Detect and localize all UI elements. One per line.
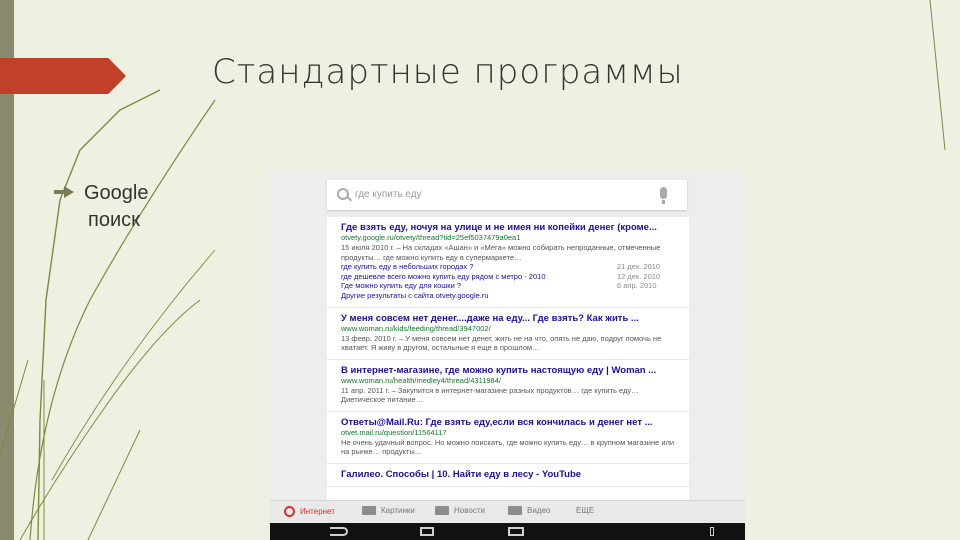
tab-more[interactable]: ЕЩЕ — [576, 506, 594, 515]
tab-images[interactable]: Картинки — [362, 506, 415, 515]
bullet-line-1: Google — [84, 182, 149, 204]
tab-label: ЕЩЕ — [576, 506, 595, 515]
tab-label: Интернет — [300, 507, 335, 516]
sub-result: Где можно купить еду для кошки ? 6 апр. 2… — [341, 281, 677, 291]
result-snippet: 13 февр. 2010 г. – У меня совсем нет ден… — [341, 333, 662, 353]
tab-label: Картинки — [381, 506, 415, 515]
sub-result-link[interactable]: Где можно купить еду для кошки ? — [341, 281, 461, 291]
tab-news[interactable]: Новости — [435, 506, 485, 515]
sub-result-link[interactable]: где дешевле всего можно купить еду рядом… — [341, 272, 546, 282]
result-item: В интернет-магазине, где можно купить на… — [327, 360, 689, 412]
search-icon — [284, 506, 295, 517]
recent-apps-icon[interactable] — [508, 527, 524, 536]
sub-result-date: 21 дек. 2010 — [617, 262, 661, 271]
result-snippet: 15 июля 2010 г. – На складах «Ашан» и «М… — [341, 243, 661, 262]
tab-label: Видео — [527, 506, 551, 515]
sub-result-date: 6 апр. 2010 — [617, 281, 657, 290]
result-title[interactable]: Галилео. Способы | 10. Найти еду в лесу … — [341, 469, 677, 480]
result-url: otvety.google.ru/otvety/thread?tid=25ef5… — [341, 233, 521, 242]
news-icon — [435, 506, 449, 515]
bullet-line-2: поиск — [88, 209, 140, 231]
bullet-item: Google поиск — [54, 180, 149, 234]
search-results: Где взять еду, ночуя на улице и не имея … — [327, 217, 689, 502]
back-icon[interactable] — [330, 527, 348, 536]
arrow-bullet-icon — [54, 185, 74, 198]
result-url: www.woman.ru/kids/feeding/thread/3947002… — [341, 323, 491, 333]
camera-icon — [362, 506, 376, 515]
more-results-link[interactable]: Другие результаты с сайта otvety.google.… — [341, 291, 677, 301]
phone-screenshot: где купить еду Где взять еду, ночуя на у… — [270, 170, 745, 540]
home-icon[interactable] — [420, 527, 434, 536]
sub-result-date: 12 дек. 2010 — [617, 271, 661, 281]
result-item: У меня совсем нет денег....даже на еду..… — [327, 308, 689, 360]
tab-label: Новости — [454, 506, 485, 515]
result-title[interactable]: Ответы@Mail.Ru: Где взять еду,если вся к… — [341, 417, 677, 428]
slide-title: Стандартные программы — [212, 52, 684, 92]
search-icon[interactable] — [337, 188, 349, 200]
result-url: www.woman.ru/health/medley4/thread/43119… — [341, 375, 501, 385]
result-item: Галилео. Способы | 10. Найти еду в лесу … — [327, 464, 689, 487]
sub-result-link[interactable]: где купить еду в небольших городах ? — [341, 262, 473, 272]
result-item: Где взять еду, ночуя на улице и не имея … — [327, 217, 689, 308]
title-ribbon — [0, 58, 126, 94]
mic-icon[interactable] — [660, 187, 667, 204]
result-title[interactable]: Где взять еду, ночуя на улице и не имея … — [341, 222, 677, 233]
result-title[interactable]: В интернет-магазине, где можно купить на… — [341, 365, 677, 376]
video-icon — [508, 506, 522, 515]
search-tabs: Интернет Картинки Новости Видео ЕЩЕ — [270, 500, 745, 523]
sub-result: где купить еду в небольших городах ? 21 д… — [341, 262, 677, 272]
result-snippet: Не очень удачный вопрос. Но можно поиска… — [341, 437, 675, 457]
search-input[interactable]: где купить еду — [355, 189, 422, 200]
sub-result: где дешевле всего можно купить еду рядом… — [341, 272, 677, 282]
result-item: Ответы@Mail.Ru: Где взять еду,если вся к… — [327, 412, 689, 464]
search-bar[interactable]: где купить еду — [327, 180, 687, 210]
result-title[interactable]: У меня совсем нет денег....даже на еду..… — [341, 313, 677, 324]
tab-web[interactable]: Интернет — [284, 506, 335, 517]
result-url: otvet.mail.ru/question/11564117 — [341, 427, 447, 437]
tab-video[interactable]: Видео — [508, 506, 550, 515]
android-nav-bar — [270, 523, 745, 540]
menu-icon[interactable] — [710, 527, 714, 536]
result-snippet: 11 апр. 2011 г. – Закупится в интернет-м… — [341, 385, 639, 405]
